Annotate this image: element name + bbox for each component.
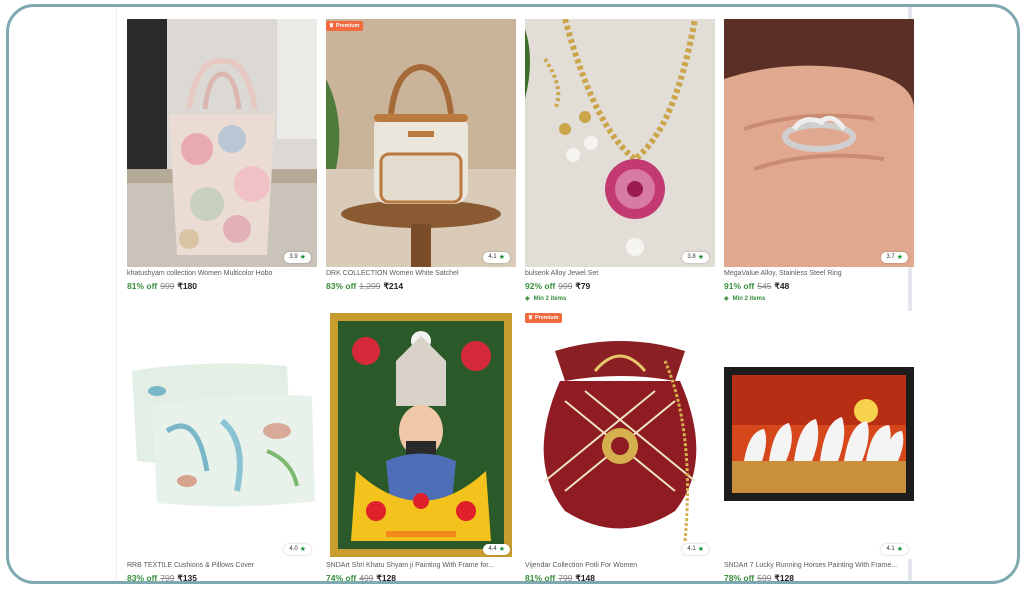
mrp-text: 999 [160,281,175,291]
product-title[interactable]: SNDArt 7 Lucky Running Horses Painting W… [724,561,914,570]
price-text: ₹128 [774,573,795,583]
satchel-image[interactable]: ♛ Premium 4.1 ★ [326,19,516,267]
min-items-label: ◈ Min 2 items [525,296,567,302]
product-card[interactable]: ♛ Premium 4.1 ★ Vijendar Collection Potli … [525,311,715,583]
pillow-cover-image[interactable]: 4.0 ★ [127,311,317,559]
product-card[interactable]: 3.8 ★ bulsenk Alloy Jewel Set 92% off 999 ₹… [525,19,715,305]
discount-text: 83% off [127,573,158,583]
ring-image[interactable]: 3.7 ★ [724,19,914,267]
product-card[interactable]: 4.1 ★ SNDArt 7 Lucky Running Horses Paint… [724,311,914,583]
mrp-text: 545 [757,281,772,291]
mrp-text: 1,299 [359,281,381,291]
rating-badge: 3.8 ★ [682,252,709,263]
price-row: 78% off 599 ₹128 [724,573,795,583]
price-row: 83% off 1,299 ₹214 [326,281,403,292]
rating-badge: 4.4 ★ [483,544,510,555]
rating-badge: 4.1 ★ [483,252,510,263]
discount-text: 83% off [326,281,357,291]
product-title[interactable]: MegaValue Alloy, Stainless Steel Ring [724,269,914,278]
product-card[interactable]: ♛ Premium 4.1 ★ DRK COLLECTION Women White… [326,19,516,305]
product-card[interactable]: 3.9 ★ khatushyam collection Women Multico… [127,19,317,305]
product-grid: 3.9 ★ khatushyam collection Women Multico… [121,11,914,583]
product-card[interactable]: 3.7 ★ MegaValue Alloy, Stainless Steel Ri… [724,19,914,305]
price-row: 92% off 999 ₹79 [525,281,590,292]
rating-badge: 4.0 ★ [284,544,311,555]
star-icon: ★ [896,254,903,261]
discount-text: 91% off [724,281,755,291]
price-row: 74% off 499 ₹128 [326,573,397,583]
crown-icon: ♛ [329,23,334,29]
stack-icon: ◈ [525,296,530,302]
product-title[interactable]: khatushyam collection Women Multicolor H… [127,269,317,278]
product-title[interactable]: SNDArt Shri Khatu Shyam ji Painting With… [326,561,516,570]
mrp-text: 499 [359,573,374,583]
horses-painting-image[interactable]: 4.1 ★ [724,311,914,559]
price-text: ₹79 [575,281,591,291]
mrp-text: 599 [757,573,772,583]
product-title[interactable]: RRB TEXTILE Cushions & Pillows Cover [127,561,317,570]
rating-badge: 3.9 ★ [284,252,311,263]
star-icon: ★ [697,254,704,261]
stack-icon: ◈ [724,296,729,302]
discount-text: 81% off [127,281,158,291]
price-text: ₹128 [376,573,397,583]
mrp-text: 999 [558,281,573,291]
product-card[interactable]: 4.4 ★ SNDArt Shri Khatu Shyam ji Painting… [326,311,516,583]
mrp-text: 799 [160,573,175,583]
product-card[interactable]: 4.0 ★ RRB TEXTILE Cushions & Pillows Cove… [127,311,317,583]
screenshot-frame: 3.9 ★ khatushyam collection Women Multico… [6,4,1020,584]
star-icon: ★ [299,546,306,553]
rating-badge: 4.1 ★ [682,544,709,555]
discount-text: 78% off [724,573,755,583]
price-text: ₹48 [774,281,790,291]
discount-text: 92% off [525,281,556,291]
price-row: 81% off 799 ₹148 [525,573,596,583]
product-title[interactable]: bulsenk Alloy Jewel Set [525,269,715,278]
jewel-set-image[interactable]: 3.8 ★ [525,19,715,267]
handbag-image[interactable]: 3.9 ★ [127,19,317,267]
price-text: ₹214 [383,281,404,291]
star-icon: ★ [498,254,505,261]
discount-text: 74% off [326,573,357,583]
premium-badge: ♛ Premium [326,21,364,31]
star-icon: ★ [498,546,505,553]
rating-badge: 4.1 ★ [881,544,908,555]
star-icon: ★ [896,546,903,553]
price-row: 81% off 999 ₹180 [127,281,197,292]
star-icon: ★ [299,254,306,261]
rating-badge: 3.7 ★ [881,252,908,263]
discount-text: 81% off [525,573,556,583]
potli-bag-image[interactable]: ♛ Premium 4.1 ★ [525,311,715,559]
product-grid-panel: 3.9 ★ khatushyam collection Women Multico… [116,7,914,583]
price-row: 91% off 545 ₹48 [724,281,789,292]
mrp-text: 799 [558,573,573,583]
price-text: ₹180 [177,281,198,291]
product-title[interactable]: DRK COLLECTION Women White Satchel [326,269,516,278]
price-row: 83% off 799 ₹135 [127,573,198,583]
price-text: ₹148 [575,573,596,583]
star-icon: ★ [697,546,704,553]
framed-painting-image[interactable]: 4.4 ★ [326,311,516,559]
product-title[interactable]: Vijendar Collection Potli For Women [525,561,715,570]
premium-badge: ♛ Premium [525,313,563,323]
crown-icon: ♛ [528,315,533,321]
min-items-label: ◈ Min 2 items [724,296,766,302]
price-text: ₹135 [177,573,198,583]
